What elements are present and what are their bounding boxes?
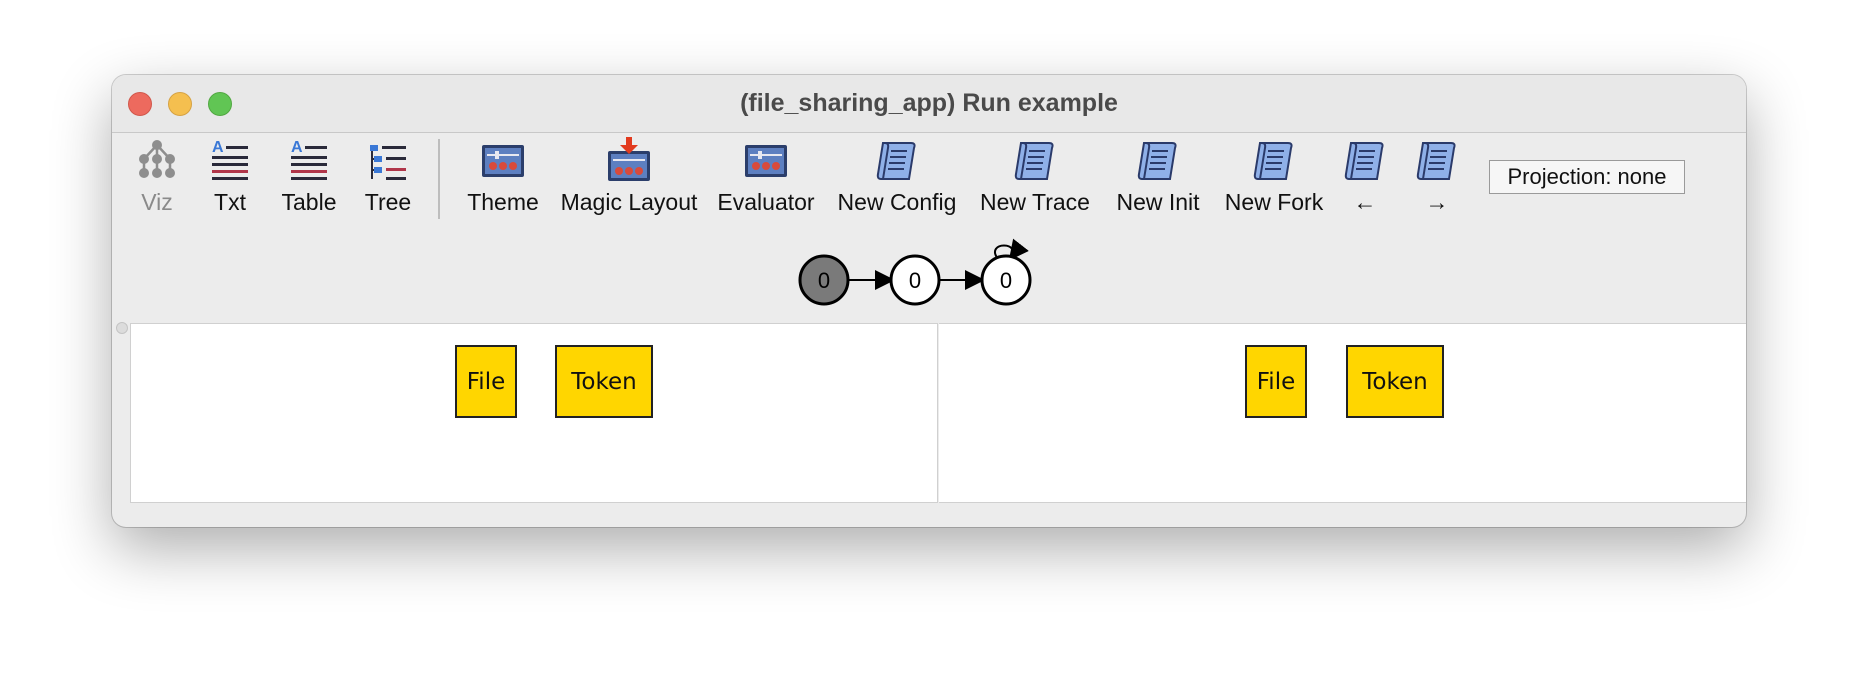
trace-node-label: 0: [818, 268, 830, 293]
new-fork-button[interactable]: New Fork: [1220, 133, 1328, 223]
theme-panel-icon: [482, 145, 524, 177]
window-title: (file_sharing_app) Run example: [740, 89, 1118, 117]
new-trace-button[interactable]: New Trace: [974, 133, 1096, 223]
scroll-icon: [1253, 142, 1293, 180]
svg-text:A: A: [212, 139, 224, 156]
next-state-button[interactable]: →: [1412, 133, 1462, 223]
trace-node-label: 0: [1000, 268, 1012, 293]
trace-state-graph: 0 0 0: [798, 238, 1032, 306]
scroll-icon: [876, 142, 916, 180]
new-trace-button-label: New Trace: [980, 189, 1090, 215]
tree-button[interactable]: Tree: [356, 133, 420, 223]
scroll-icon: [1344, 142, 1384, 180]
instance-panel-right: File Token: [939, 323, 1746, 503]
theme-button-label: Theme: [467, 189, 539, 215]
tree-list-icon: [370, 145, 406, 180]
toolbar-separator: [438, 139, 440, 219]
next-button-label: →: [1425, 189, 1449, 215]
instance-panel-left: File Token: [130, 323, 938, 503]
evaluator-button-label: Evaluator: [717, 189, 815, 215]
text-lines-icon: A: [212, 139, 248, 180]
txt-button[interactable]: A Txt: [202, 133, 258, 223]
split-handle[interactable]: [116, 322, 128, 334]
trace-node-label: 0: [909, 268, 921, 293]
table-button[interactable]: A Table: [272, 133, 346, 223]
magic-layout-button[interactable]: Magic Layout: [556, 133, 702, 223]
sig-token[interactable]: Token: [1346, 345, 1444, 418]
evaluator-panel-icon: [745, 145, 787, 177]
viz-button[interactable]: Viz: [122, 133, 192, 223]
evaluator-button[interactable]: Evaluator: [712, 133, 820, 223]
new-init-button-label: New Init: [1116, 189, 1200, 215]
trace-node[interactable]: 0: [980, 254, 1032, 306]
previous-button-label: ←: [1353, 189, 1377, 215]
sig-token[interactable]: Token: [555, 345, 653, 418]
txt-button-label: Txt: [214, 189, 246, 215]
new-init-button[interactable]: New Init: [1106, 133, 1210, 223]
scroll-icon: [1137, 142, 1177, 180]
scroll-icon: [1014, 142, 1054, 180]
viz-button-label: Viz: [141, 189, 173, 215]
new-config-button[interactable]: New Config: [832, 133, 962, 223]
previous-state-button[interactable]: ←: [1340, 133, 1390, 223]
new-fork-button-label: New Fork: [1224, 189, 1324, 215]
table-button-label: Table: [281, 189, 337, 215]
magic-layout-button-label: Magic Layout: [560, 189, 698, 215]
new-config-button-label: New Config: [837, 189, 957, 215]
magic-layout-icon: [608, 137, 650, 181]
trace-node-current[interactable]: 0: [798, 254, 850, 306]
sig-file[interactable]: File: [1245, 345, 1307, 418]
title-bar: (file_sharing_app) Run example: [112, 75, 1746, 133]
scroll-icon: [1416, 142, 1456, 180]
tree-button-label: Tree: [364, 189, 412, 215]
sig-file[interactable]: File: [455, 345, 517, 418]
svg-text:A: A: [291, 139, 303, 156]
theme-button[interactable]: Theme: [458, 133, 548, 223]
app-window: (file_sharing_app) Run example Viz A Txt…: [112, 75, 1746, 527]
viz-tree-icon: [139, 140, 175, 178]
projection-selector[interactable]: Projection: none: [1489, 160, 1685, 194]
table-lines-icon: A: [291, 139, 327, 180]
trace-node[interactable]: 0: [889, 254, 941, 306]
